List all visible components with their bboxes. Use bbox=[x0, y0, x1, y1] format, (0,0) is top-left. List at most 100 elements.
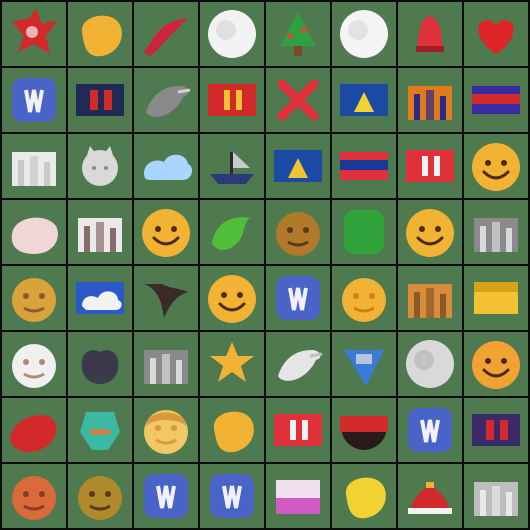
grid-tile bbox=[266, 68, 330, 132]
grid-tile bbox=[398, 464, 462, 528]
tile-image bbox=[266, 200, 330, 264]
grid-tile bbox=[266, 200, 330, 264]
grid-tile bbox=[134, 398, 198, 462]
grid-tile bbox=[266, 2, 330, 66]
grid-tile bbox=[332, 134, 396, 198]
grid-tile bbox=[68, 68, 132, 132]
grid-tile bbox=[134, 266, 198, 330]
tile-image bbox=[266, 68, 330, 132]
grid-tile bbox=[134, 332, 198, 396]
grid-tile bbox=[68, 200, 132, 264]
tile-image bbox=[2, 332, 66, 396]
tile-image bbox=[68, 200, 132, 264]
grid-tile bbox=[266, 398, 330, 462]
grid-tile bbox=[200, 266, 264, 330]
tile-image bbox=[398, 332, 462, 396]
tile-image bbox=[398, 200, 462, 264]
grid-tile bbox=[332, 68, 396, 132]
grid-tile bbox=[332, 2, 396, 66]
grid-tile bbox=[398, 2, 462, 66]
grid-tile bbox=[398, 332, 462, 396]
grid-tile bbox=[464, 464, 528, 528]
tile-image bbox=[2, 68, 66, 132]
grid-tile bbox=[398, 200, 462, 264]
grid-tile bbox=[332, 398, 396, 462]
grid-tile bbox=[332, 332, 396, 396]
tile-image bbox=[200, 68, 264, 132]
grid-tile bbox=[134, 134, 198, 198]
grid-tile bbox=[464, 266, 528, 330]
tile-image bbox=[398, 2, 462, 66]
grid-tile bbox=[464, 200, 528, 264]
tile-image bbox=[134, 266, 198, 330]
tile-image bbox=[464, 266, 528, 330]
tile-image bbox=[464, 200, 528, 264]
tile-image bbox=[200, 200, 264, 264]
grid-tile bbox=[332, 200, 396, 264]
grid-tile bbox=[2, 68, 66, 132]
tile-image bbox=[134, 464, 198, 528]
tile-image bbox=[200, 266, 264, 330]
tile-image bbox=[134, 134, 198, 198]
tile-image bbox=[134, 332, 198, 396]
grid-tile bbox=[68, 134, 132, 198]
grid-tile bbox=[2, 332, 66, 396]
grid-tile bbox=[398, 398, 462, 462]
grid-tile bbox=[68, 464, 132, 528]
tile-image bbox=[2, 464, 66, 528]
grid-tile bbox=[68, 332, 132, 396]
tile-image bbox=[332, 398, 396, 462]
grid-tile bbox=[332, 266, 396, 330]
tile-image bbox=[266, 134, 330, 198]
tile-image bbox=[2, 266, 66, 330]
tile-image bbox=[134, 398, 198, 462]
image-grid bbox=[0, 0, 530, 530]
grid-tile bbox=[200, 398, 264, 462]
tile-image bbox=[464, 2, 528, 66]
tile-image bbox=[332, 332, 396, 396]
tile-image bbox=[68, 332, 132, 396]
tile-image bbox=[398, 68, 462, 132]
grid-tile bbox=[68, 2, 132, 66]
grid-tile bbox=[2, 200, 66, 264]
grid-tile bbox=[266, 266, 330, 330]
tile-image bbox=[68, 134, 132, 198]
tile-image bbox=[332, 2, 396, 66]
tile-image bbox=[266, 2, 330, 66]
grid-tile bbox=[266, 134, 330, 198]
grid-tile bbox=[332, 464, 396, 528]
grid-tile bbox=[2, 398, 66, 462]
tile-image bbox=[464, 464, 528, 528]
grid-tile bbox=[200, 134, 264, 198]
grid-tile bbox=[464, 134, 528, 198]
tile-image bbox=[464, 398, 528, 462]
tile-image bbox=[332, 464, 396, 528]
tile-image bbox=[332, 134, 396, 198]
grid-tile bbox=[464, 332, 528, 396]
grid-tile bbox=[134, 2, 198, 66]
grid-tile bbox=[398, 134, 462, 198]
tile-image bbox=[200, 2, 264, 66]
grid-tile bbox=[464, 398, 528, 462]
tile-image bbox=[68, 2, 132, 66]
tile-image bbox=[68, 68, 132, 132]
tile-image bbox=[68, 464, 132, 528]
tile-image bbox=[266, 464, 330, 528]
tile-image bbox=[464, 68, 528, 132]
tile-image bbox=[266, 266, 330, 330]
tile-image bbox=[68, 266, 132, 330]
tile-image bbox=[200, 134, 264, 198]
tile-image bbox=[332, 266, 396, 330]
grid-tile bbox=[266, 464, 330, 528]
tile-image bbox=[266, 398, 330, 462]
grid-tile bbox=[2, 464, 66, 528]
tile-image bbox=[134, 2, 198, 66]
tile-image bbox=[398, 464, 462, 528]
tile-image bbox=[464, 332, 528, 396]
tile-image bbox=[134, 68, 198, 132]
grid-tile bbox=[2, 266, 66, 330]
tile-image bbox=[200, 398, 264, 462]
tile-image bbox=[2, 398, 66, 462]
grid-tile bbox=[134, 200, 198, 264]
tile-image bbox=[2, 200, 66, 264]
